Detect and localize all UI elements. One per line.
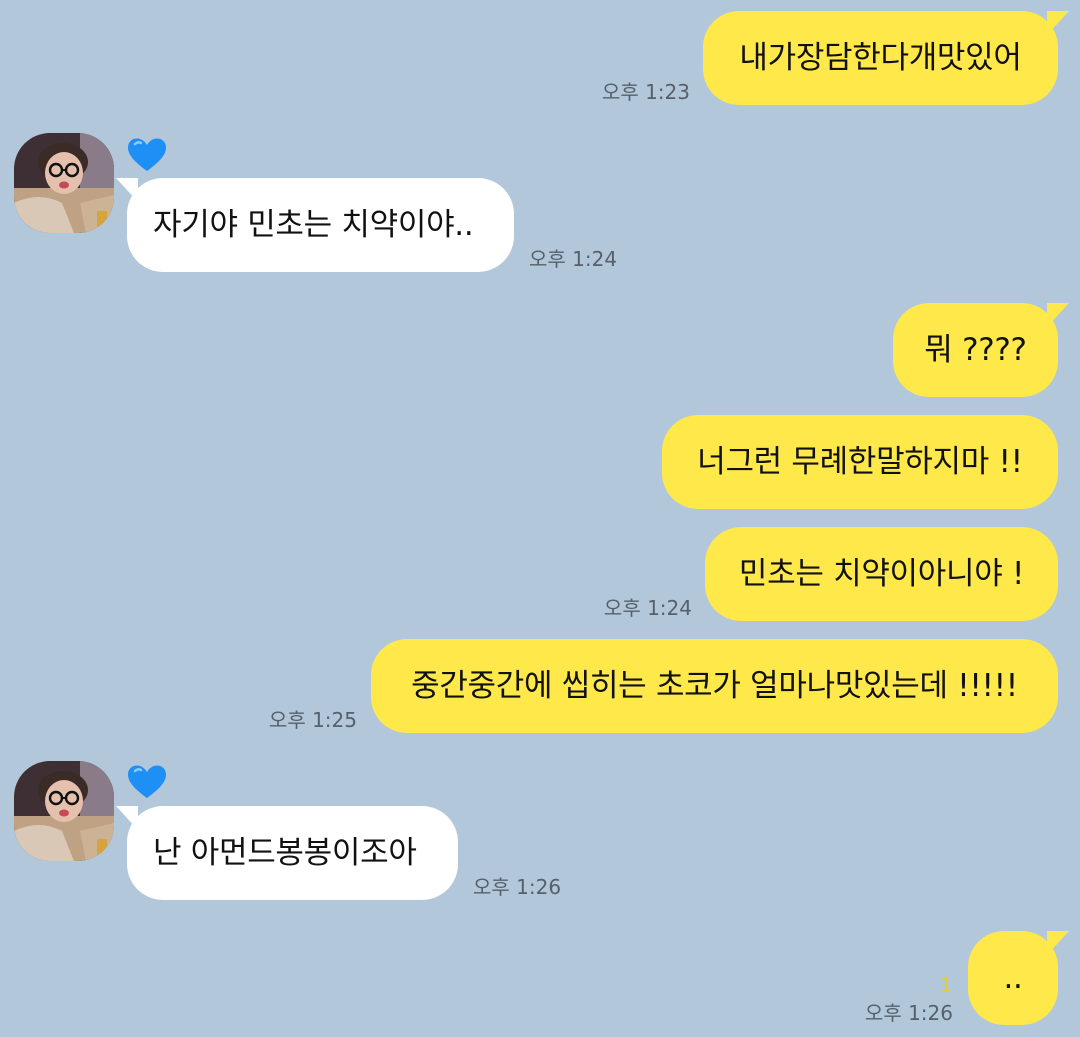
heart-icon [128, 765, 166, 798]
my-message-bubble[interactable]: .. [968, 931, 1069, 1025]
message-text: 난 아먼드봉봉이조아 [153, 834, 417, 871]
message-text: 내가장담한다개맛있어 [739, 39, 1022, 76]
message-timestamp: 오후 1:26 [473, 875, 562, 899]
message-text: 민초는 치약이아니야 ! [738, 555, 1025, 592]
heart-icon [128, 138, 166, 171]
contact-avatar[interactable] [14, 761, 114, 861]
message-text: 뭐 ???? [924, 331, 1027, 368]
message-text: 중간중간에 씹히는 초코가 얼마나맛있는데 !!!!! [411, 667, 1018, 704]
unread-count: 1 [939, 973, 952, 997]
message-timestamp: 오후 1:23 [601, 80, 690, 104]
avatar-photo [14, 761, 114, 861]
message-timestamp: 오후 1:24 [529, 247, 618, 271]
avatar-photo [14, 133, 114, 233]
message-timestamp: 오후 1:26 [864, 1001, 953, 1025]
message-timestamp: 오후 1:25 [268, 708, 357, 732]
my-message-bubble[interactable]: 뭐 ???? [893, 303, 1069, 397]
their-message-bubble[interactable]: 자기야 민초는 치약이야.. [116, 178, 514, 272]
my-message-bubble[interactable]: 내가장담한다개맛있어 [703, 11, 1069, 105]
message-text: .. [1003, 959, 1023, 996]
my-message-bubble[interactable]: 민초는 치약이아니야 ! [705, 527, 1058, 621]
contact-avatar[interactable] [14, 133, 114, 233]
my-message-bubble[interactable]: 중간중간에 씹히는 초코가 얼마나맛있는데 !!!!! [371, 639, 1058, 733]
message-timestamp: 오후 1:24 [603, 596, 692, 620]
message-text: 너그런 무례한말하지마 !! [697, 443, 1023, 480]
my-message-bubble[interactable]: 너그런 무례한말하지마 !! [662, 415, 1058, 509]
their-message-bubble[interactable]: 난 아먼드봉봉이조아 [116, 806, 458, 900]
message-text: 자기야 민초는 치약이야.. [153, 206, 474, 243]
